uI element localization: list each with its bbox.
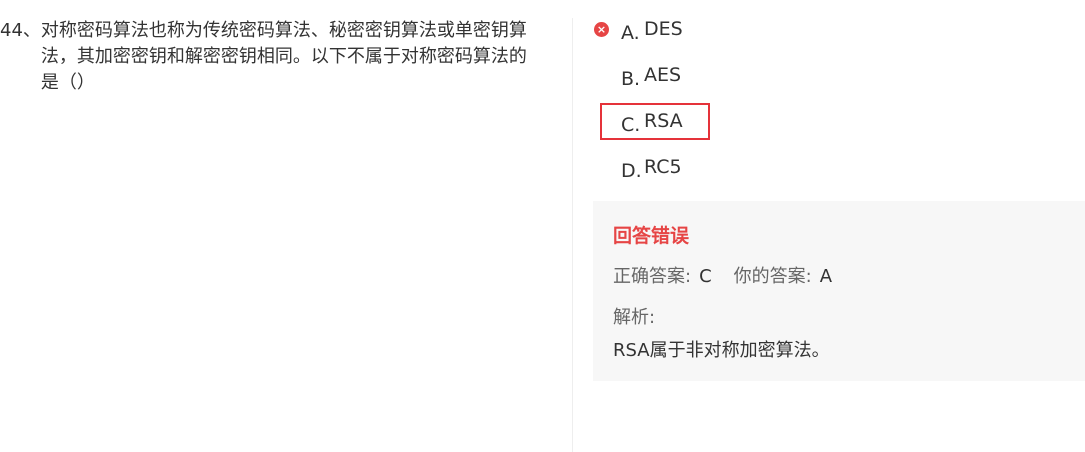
result-title: 回答错误 xyxy=(613,225,690,247)
options-list: × A. DES B. AES C. RSA D. RC5 xyxy=(594,14,994,198)
option-d[interactable]: D. RC5 xyxy=(594,152,994,198)
your-answer-label: 你的答案: xyxy=(733,266,812,287)
correct-answer-value: C xyxy=(699,266,712,287)
option-letter: D. xyxy=(621,160,642,182)
option-text: RSA xyxy=(644,110,683,132)
option-letter: C. xyxy=(621,114,641,136)
option-letter: B. xyxy=(621,68,641,90)
option-text: DES xyxy=(644,18,683,40)
option-a[interactable]: × A. DES xyxy=(594,14,994,60)
analysis-text: RSA属于非对称加密算法。 xyxy=(613,340,830,361)
answer-row: 正确答案: C 你的答案: A xyxy=(613,264,854,290)
option-text: AES xyxy=(644,64,682,86)
correct-answer-label: 正确答案: xyxy=(613,266,692,287)
option-letter: A. xyxy=(621,22,640,44)
option-c[interactable]: C. RSA xyxy=(594,103,994,152)
option-b[interactable]: B. AES xyxy=(594,60,994,106)
question-number: 44、 xyxy=(0,20,41,41)
column-divider xyxy=(572,18,573,452)
your-answer-value: A xyxy=(819,266,833,287)
result-panel: 回答错误 正确答案: C 你的答案: A 解析: RSA属于非对称加密算法。 xyxy=(593,201,1085,381)
question: 44、 对称密码算法也称为传统密码算法、秘密密钥算法或单密钥算法，其加密密钥和解… xyxy=(0,18,540,96)
wrong-icon: × xyxy=(594,22,609,37)
analysis-label: 解析: xyxy=(613,307,656,328)
option-text: RC5 xyxy=(644,156,682,178)
question-text: 对称密码算法也称为传统密码算法、秘密密钥算法或单密钥算法，其加密密钥和解密密钥相… xyxy=(40,20,527,93)
